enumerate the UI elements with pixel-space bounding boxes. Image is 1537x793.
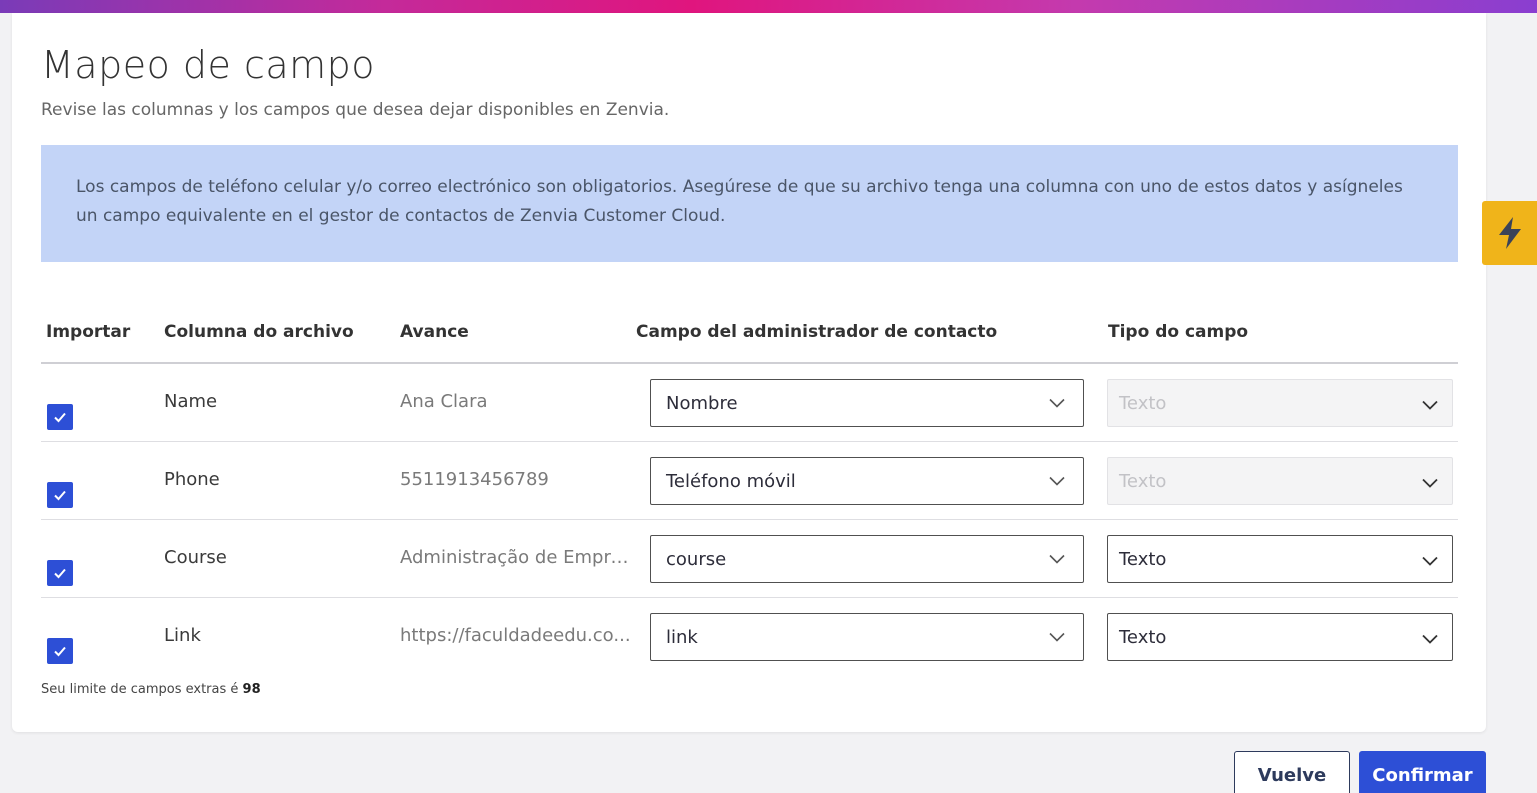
header-columna: Columna do archivo xyxy=(164,322,354,342)
field-select-value: course xyxy=(666,548,727,570)
extra-fields-limit-note: Seu limite de campos extras é 98 xyxy=(41,682,261,697)
preview-value: Administração de Empre... xyxy=(400,547,632,568)
confirm-button[interactable]: Confirmar xyxy=(1359,751,1486,793)
lightning-bolt-icon xyxy=(1498,217,1521,249)
import-checkbox-link[interactable] xyxy=(47,638,73,664)
page-subtitle: Revise las columnas y los campos que des… xyxy=(41,100,670,120)
field-select-value: Teléfono móvil xyxy=(666,470,796,492)
field-select-phone[interactable]: Teléfono móvil xyxy=(650,457,1084,505)
chevron-down-icon xyxy=(1049,398,1065,408)
quick-actions-tab[interactable] xyxy=(1482,201,1537,265)
chevron-down-icon xyxy=(1049,554,1065,564)
row-divider xyxy=(41,597,1458,598)
back-button[interactable]: Vuelve xyxy=(1234,751,1350,793)
checkmark-icon xyxy=(54,412,66,423)
table-header-divider xyxy=(41,362,1458,364)
top-gradient-bar xyxy=(0,0,1537,13)
header-avance: Avance xyxy=(400,322,469,342)
import-checkbox-name[interactable] xyxy=(47,404,73,430)
checkmark-icon xyxy=(54,646,66,657)
type-select-link[interactable]: Texto xyxy=(1107,613,1453,661)
info-banner: Los campos de teléfono celular y/o corre… xyxy=(41,145,1458,262)
column-name: Phone xyxy=(164,469,220,490)
column-name: Link xyxy=(164,625,201,646)
header-importar: Importar xyxy=(46,322,131,342)
page-title: Mapeo de campo xyxy=(41,43,376,87)
chevron-down-icon xyxy=(1422,478,1438,488)
header-campo: Campo del administrador de contacto xyxy=(636,322,998,342)
chevron-down-icon xyxy=(1422,400,1438,410)
row-divider xyxy=(41,519,1458,520)
type-select-value: Texto xyxy=(1119,626,1167,648)
type-select-value: Texto xyxy=(1119,548,1167,570)
preview-value: Ana Clara xyxy=(400,391,488,412)
field-select-value: Nombre xyxy=(666,392,738,414)
column-name: Name xyxy=(164,391,218,412)
field-select-course[interactable]: course xyxy=(650,535,1084,583)
column-name: Course xyxy=(164,547,227,568)
limit-note-text: Seu limite de campos extras é xyxy=(41,682,243,697)
type-select-value: Texto xyxy=(1119,470,1167,492)
type-select-phone: Texto xyxy=(1107,457,1453,505)
chevron-down-icon xyxy=(1049,632,1065,642)
preview-value: https://faculdadeedu.co... xyxy=(400,625,631,646)
chevron-down-icon xyxy=(1049,476,1065,486)
checkmark-icon xyxy=(54,568,66,579)
chevron-down-icon xyxy=(1422,634,1438,644)
field-mapping-card: Mapeo de campo Revise las columnas y los… xyxy=(12,13,1486,732)
preview-value: 5511913456789 xyxy=(400,469,549,490)
import-checkbox-course[interactable] xyxy=(47,560,73,586)
header-tipo: Tipo do campo xyxy=(1108,322,1249,342)
field-select-value: link xyxy=(666,626,698,648)
type-select-course[interactable]: Texto xyxy=(1107,535,1453,583)
field-select-link[interactable]: link xyxy=(650,613,1084,661)
chevron-down-icon xyxy=(1422,556,1438,566)
field-select-name[interactable]: Nombre xyxy=(650,379,1084,427)
import-checkbox-phone[interactable] xyxy=(47,482,73,508)
info-banner-text: Los campos de teléfono celular y/o corre… xyxy=(76,177,1403,226)
type-select-value: Texto xyxy=(1119,392,1167,414)
row-divider xyxy=(41,441,1458,442)
limit-value: 98 xyxy=(242,682,261,697)
type-select-name: Texto xyxy=(1107,379,1453,427)
checkmark-icon xyxy=(54,490,66,501)
